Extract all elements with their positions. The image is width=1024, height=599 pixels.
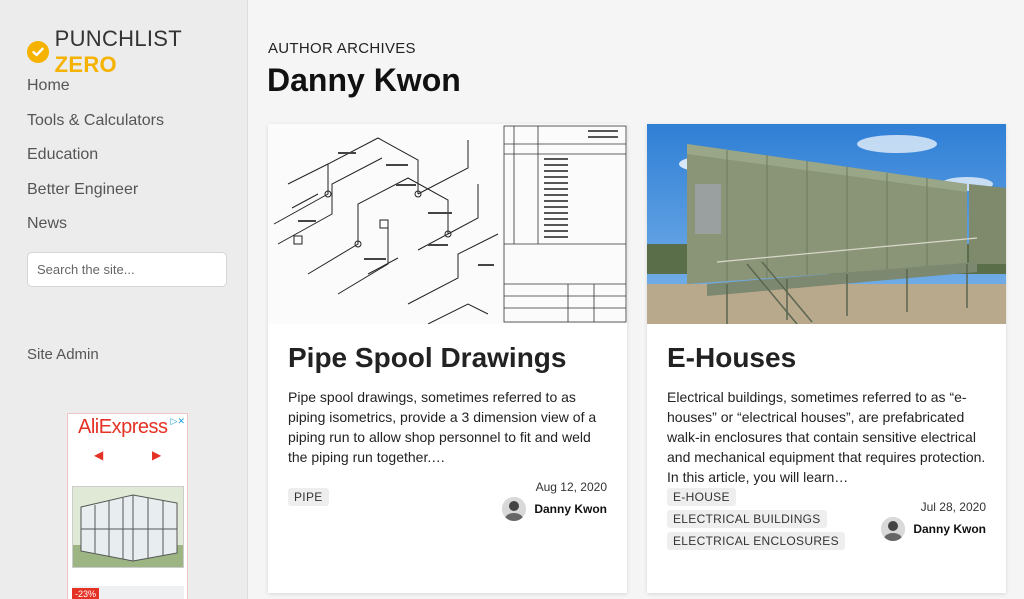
- post-tags: PIPE: [288, 488, 329, 506]
- tag-pipe[interactable]: PIPE: [288, 488, 329, 506]
- author-avatar: [881, 517, 906, 541]
- post-title[interactable]: Pipe Spool Drawings: [288, 342, 566, 374]
- tag-electrical-enclosures[interactable]: ELECTRICAL ENCLOSURES: [667, 532, 845, 550]
- post-meta: Jul 28, 2020 Danny Kwon: [881, 500, 986, 541]
- archive-eyebrow: AUTHOR ARCHIVES: [268, 40, 416, 57]
- post-date: Jul 28, 2020: [920, 500, 986, 514]
- post-thumbnail-e-house-photo[interactable]: [647, 124, 1006, 324]
- checkmark-icon: [27, 41, 49, 63]
- post-card[interactable]: E-Houses Electrical buildings, sometimes…: [647, 124, 1006, 593]
- ad-brand-logo: AliExpress: [78, 416, 168, 438]
- nav-item-better-engineer[interactable]: Better Engineer: [27, 180, 164, 215]
- tag-e-house[interactable]: E-HOUSE: [667, 488, 736, 506]
- site-logo[interactable]: PUNCHLIST ZERO: [27, 26, 247, 78]
- post-date: Aug 12, 2020: [535, 480, 607, 494]
- logo-text: PUNCHLIST ZERO: [54, 26, 182, 77]
- author-name: Danny Kwon: [534, 502, 607, 516]
- tag-electrical-buildings[interactable]: ELECTRICAL BUILDINGS: [667, 510, 827, 528]
- nav-item-tools-calculators[interactable]: Tools & Calculators: [27, 111, 164, 146]
- ad-prev-icon[interactable]: ◀: [94, 448, 103, 462]
- post-card[interactable]: Pipe Spool Drawings Pipe spool drawings,…: [268, 124, 627, 593]
- ad-product-image[interactable]: [72, 486, 184, 568]
- post-author[interactable]: Danny Kwon: [881, 517, 986, 541]
- nav-item-news[interactable]: News: [27, 214, 164, 249]
- post-tags: E-HOUSE ELECTRICAL BUILDINGS ELECTRICAL …: [667, 488, 845, 550]
- post-title[interactable]: E-Houses: [667, 342, 796, 374]
- post-author[interactable]: Danny Kwon: [502, 497, 607, 521]
- page-title: Danny Kwon: [267, 62, 461, 98]
- post-thumbnail-isometric-drawing[interactable]: [268, 124, 627, 324]
- main-nav: Home Tools & Calculators Education Bette…: [27, 76, 164, 249]
- site-admin-link[interactable]: Site Admin: [27, 346, 99, 363]
- post-excerpt: Electrical buildings, sometimes referred…: [667, 389, 986, 485]
- author-avatar: [502, 497, 527, 521]
- ad-choices-icon[interactable]: ▷✕: [171, 416, 185, 427]
- ad-discount-badge: -23%: [72, 588, 100, 599]
- author-name: Danny Kwon: [913, 522, 986, 536]
- post-excerpt: Pipe spool drawings, sometimes referred …: [288, 389, 597, 465]
- advertisement[interactable]: AliExpress ▷✕ ◀ ▶ -23%: [67, 413, 188, 599]
- sidebar: PUNCHLIST ZERO Home Tools & Calculators …: [0, 0, 248, 599]
- search-input[interactable]: [27, 252, 227, 287]
- nav-item-home[interactable]: Home: [27, 76, 164, 111]
- nav-item-education[interactable]: Education: [27, 145, 164, 180]
- ad-next-icon[interactable]: ▶: [152, 448, 161, 462]
- post-meta: Aug 12, 2020 Danny Kwon: [502, 480, 607, 521]
